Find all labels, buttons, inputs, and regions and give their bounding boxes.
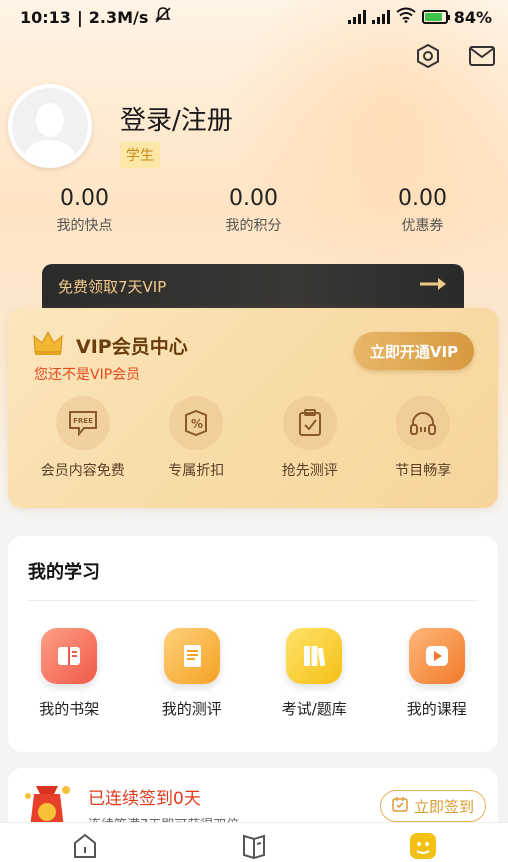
default-avatar-icon [12,88,88,164]
stat-value: 0.00 [60,186,109,211]
books-icon [286,628,343,684]
headphones-icon [396,396,451,450]
stat-value: 0.00 [398,186,447,211]
role-badge: 学生 [120,142,160,168]
mute-icon [154,6,172,28]
free-vip-label: 免费领取7天VIP [58,278,167,296]
status-bar: 10:13 | 2.3M/s 84% [0,0,508,34]
divider [28,600,478,601]
stat-label: 我的快点 [56,218,113,234]
hd-signal-icon [371,10,390,24]
benefit-free-content[interactable]: FREE 会员内容免费 [28,396,138,480]
stat-kuaidian[interactable]: 0.00 我的快点 [0,186,169,235]
svg-text:%: % [191,417,203,431]
clipboard-check-icon [282,396,337,450]
stats-row: 0.00 我的快点 0.00 我的积分 0.00 优惠券 [0,186,508,235]
signal-icon [347,10,366,24]
study-item-assessment[interactable]: 我的测评 [137,628,247,719]
vip-title-row: VIP会员中心 [32,330,188,360]
benefit-label: 会员内容免费 [40,463,125,479]
study-item-label: 考试/题库 [281,700,347,718]
vip-benefits: FREE 会员内容免费 % 专属折扣 抢先测评 节目畅享 [8,396,498,480]
checkin-button-label: 立即签到 [413,797,474,816]
free-tag-icon: FREE [55,396,110,450]
play-course-icon [408,628,465,684]
status-separator: | [76,7,83,27]
my-study-card: 我的学习 我的书架 我的测评 考试/题库 我的课程 [8,536,498,752]
benefit-programs[interactable]: 节目畅享 [368,396,478,480]
bookshelf-icon [41,628,98,684]
study-item-bookshelf[interactable]: 我的书架 [14,628,124,719]
free-vip-banner[interactable]: 免费领取7天VIP [42,264,464,314]
study-item-label: 我的书架 [39,700,100,718]
checkin-streak: 已连续签到0天 [88,789,201,809]
profile-icon [408,831,438,861]
benefit-label: 节目畅享 [395,463,452,479]
benefit-label: 抢先测评 [281,463,338,479]
study-item-courses[interactable]: 我的课程 [382,628,492,719]
status-time: 10:13 [20,7,71,27]
book-icon [240,831,268,861]
bottom-tab-bar [0,822,508,862]
arrow-right-icon [418,276,448,302]
mail-icon[interactable] [466,40,498,72]
scroll-icon [163,628,220,684]
network-speed: 2.3M/s [88,7,149,27]
stat-label: 优惠券 [401,218,444,234]
stat-points[interactable]: 0.00 我的积分 [169,186,338,235]
status-left: 10:13 | 2.3M/s [20,6,172,28]
battery-percent: 84% [453,7,492,27]
stat-coupons[interactable]: 0.00 优惠券 [338,186,507,235]
svg-text:FREE: FREE [73,417,93,425]
tab-profile[interactable] [403,831,443,861]
crown-icon [32,330,64,360]
login-register-link[interactable]: 登录/注册 [120,100,233,137]
status-right: 84% [347,7,492,27]
vip-center-card: VIP会员中心 您还不是VIP会员 立即开通VIP FREE 会员内容免费 % … [8,308,498,508]
home-icon [71,831,99,861]
benefit-discount[interactable]: % 专属折扣 [141,396,251,480]
vip-center-title: VIP会员中心 [76,335,188,358]
study-items: 我的书架 我的测评 考试/题库 我的课程 [8,628,498,719]
battery-icon [421,10,450,24]
study-section-title: 我的学习 [28,562,100,583]
wifi-icon [396,7,416,27]
study-item-label: 我的课程 [406,700,467,718]
study-item-label: 我的测评 [161,700,222,718]
hexagon-settings-icon[interactable] [412,40,444,72]
checkin-button[interactable]: 立即签到 [380,790,486,822]
stat-label: 我的积分 [225,218,282,234]
benefit-label: 专属折扣 [168,463,225,479]
tab-library[interactable] [234,831,274,861]
study-item-exam[interactable]: 考试/题库 [259,628,369,719]
header-actions [412,40,498,72]
open-vip-button[interactable]: 立即开通VIP [354,332,474,370]
tab-home[interactable] [65,831,105,861]
stat-value: 0.00 [229,186,278,211]
avatar[interactable] [8,84,92,168]
benefit-early-review[interactable]: 抢先测评 [255,396,365,480]
discount-icon: % [169,396,224,450]
vip-status-text: 您还不是VIP会员 [34,367,141,383]
calendar-icon [392,796,408,816]
